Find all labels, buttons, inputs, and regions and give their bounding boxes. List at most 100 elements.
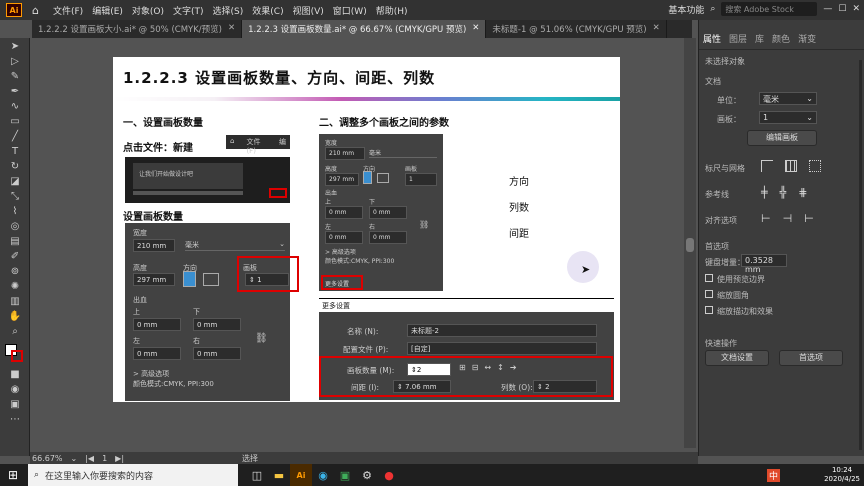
pen-tool-icon[interactable]: ✒ bbox=[7, 85, 23, 98]
more-tools-icon[interactable]: ⋯ bbox=[7, 413, 23, 426]
snap-to-glyph-icon[interactable]: ⊢ bbox=[804, 212, 814, 225]
clock[interactable]: 10:24 2020/4/25 bbox=[824, 466, 860, 484]
stepper-icon[interactable]: ⇕ bbox=[249, 276, 255, 284]
right-to-left-icon[interactable]: ➔ bbox=[510, 363, 517, 372]
artboard-count-input[interactable]: ⇕2 bbox=[407, 363, 451, 376]
scale-strokes-option[interactable]: 缩放描边和效果 bbox=[705, 306, 773, 317]
profile-select[interactable]: [自定] bbox=[407, 342, 597, 355]
stock-search-input[interactable]: 搜索 Adobe Stock bbox=[721, 2, 818, 16]
rectangle-tool-icon[interactable]: ▭ bbox=[7, 115, 23, 128]
zoom-level[interactable]: 66.67% bbox=[32, 454, 63, 463]
next-page-icon[interactable]: ▶| bbox=[115, 454, 124, 463]
preferences-button[interactable]: 首选项 bbox=[779, 350, 843, 366]
panel-scrollbar[interactable] bbox=[859, 60, 862, 450]
screen-mode-icon[interactable]: ▣ bbox=[7, 398, 23, 411]
graph-tool-icon[interactable]: ▥ bbox=[7, 295, 23, 308]
width-field-2[interactable]: 210 mm bbox=[325, 147, 365, 160]
height-field[interactable]: 297 mm bbox=[133, 273, 175, 286]
tab-properties[interactable]: 属性 bbox=[703, 32, 721, 45]
tab-layers[interactable]: 图层 bbox=[729, 32, 747, 45]
canvas-scrollbar-vertical[interactable] bbox=[684, 38, 696, 448]
maximize-icon[interactable]: ☐ bbox=[838, 4, 846, 14]
unit-select-2[interactable]: 毫米 bbox=[369, 148, 437, 158]
portrait-icon[interactable] bbox=[183, 271, 196, 287]
file-explorer-icon[interactable]: ▬ bbox=[268, 464, 290, 486]
width-tool-icon[interactable]: ⌇ bbox=[7, 205, 23, 218]
workspace-switcher[interactable]: 基本功能 bbox=[668, 3, 704, 16]
bleed-right-field[interactable]: 0 mm bbox=[193, 347, 241, 360]
link-icon[interactable]: ⛓ bbox=[419, 220, 429, 229]
snap-to-pixel-icon[interactable]: ⊣ bbox=[783, 212, 793, 225]
selection-tool-icon[interactable]: ➤ bbox=[7, 40, 23, 53]
menu-view[interactable]: 视图(V) bbox=[293, 4, 324, 17]
smart-guides-icon[interactable]: ⋕ bbox=[798, 186, 807, 199]
menu-effect[interactable]: 效果(C) bbox=[252, 4, 283, 17]
paintbrush-icon[interactable]: ╱ bbox=[7, 130, 23, 143]
browser-icon[interactable]: ◉ bbox=[312, 464, 334, 486]
ime-indicator[interactable]: 中 bbox=[766, 469, 780, 482]
bleed-top-field[interactable]: 0 mm bbox=[133, 318, 181, 331]
illustrator-icon[interactable]: Ai bbox=[290, 464, 312, 486]
transparency-grid-icon[interactable] bbox=[809, 160, 821, 172]
close-icon[interactable]: ✕ bbox=[472, 23, 479, 35]
home-icon[interactable]: ⌂ bbox=[32, 4, 39, 17]
menu-type[interactable]: 文字(T) bbox=[173, 4, 204, 17]
bleed-left-field-2[interactable]: 0 mm bbox=[325, 231, 363, 244]
type-tool-icon[interactable]: T bbox=[7, 145, 23, 158]
width-field[interactable]: 210 mm bbox=[133, 239, 175, 252]
task-view-icon[interactable]: ◫ bbox=[246, 464, 268, 486]
blend-tool-icon[interactable]: ⊚ bbox=[7, 265, 23, 278]
stroke-swatch[interactable] bbox=[11, 350, 23, 362]
menu-file[interactable]: 文件(F) bbox=[53, 4, 83, 17]
checkbox-icon[interactable] bbox=[705, 306, 713, 314]
arrange-row-icon[interactable]: ↔ bbox=[484, 363, 491, 372]
grid-by-column-icon[interactable]: ⊟ bbox=[472, 363, 479, 372]
tab-gradient[interactable]: 渐变 bbox=[798, 32, 816, 45]
rulers-icon[interactable] bbox=[761, 160, 773, 172]
record-icon[interactable]: ● bbox=[378, 464, 400, 486]
stepper-icon[interactable]: ⇕ bbox=[397, 383, 403, 391]
tab-doc-1[interactable]: 1.2.2.2 设置画板大小.ai* @ 50% (CMYK/预览) ✕ bbox=[32, 20, 243, 38]
link-icon[interactable]: ⛓ bbox=[255, 333, 268, 344]
artboard-nav[interactable]: 1 bbox=[102, 454, 107, 463]
columns-field[interactable]: ⇕ 2 bbox=[533, 380, 597, 393]
curvature-tool-icon[interactable]: ∿ bbox=[7, 100, 23, 113]
hand-tool-icon[interactable]: ✋ bbox=[7, 310, 23, 323]
checkbox-icon[interactable] bbox=[705, 290, 713, 298]
snap-to-point-icon[interactable]: ⊢ bbox=[761, 212, 771, 225]
fill-stroke-swatch[interactable] bbox=[0, 342, 30, 366]
unit-select[interactable]: 毫米 ⌄ bbox=[185, 240, 285, 251]
document-setup-button[interactable]: 文档设置 bbox=[705, 350, 769, 366]
bleed-right-field-2[interactable]: 0 mm bbox=[369, 231, 407, 244]
preview-bounds-option[interactable]: 使用预览边界 bbox=[705, 274, 765, 285]
grid-icon[interactable] bbox=[785, 160, 797, 172]
scale-tool-icon[interactable]: ⤡ bbox=[7, 190, 23, 203]
shape-builder-icon[interactable]: ◎ bbox=[7, 220, 23, 233]
close-icon[interactable]: ✕ bbox=[852, 4, 860, 14]
taskbar-search[interactable]: ⌕ 在这里输入你要搜索的内容 bbox=[28, 464, 238, 486]
eraser-icon[interactable]: ◪ bbox=[7, 175, 23, 188]
landscape-icon[interactable] bbox=[377, 173, 389, 183]
height-field-2[interactable]: 297 mm bbox=[325, 173, 359, 186]
arrange-column-icon[interactable]: ↕ bbox=[497, 363, 504, 372]
color-mode-icon[interactable]: ■ bbox=[7, 368, 23, 381]
portrait-icon[interactable] bbox=[363, 171, 372, 184]
chevron-down-icon[interactable]: ⌄ bbox=[71, 454, 78, 463]
direct-selection-tool-icon[interactable]: ▷ bbox=[7, 55, 23, 68]
minimize-icon[interactable]: — bbox=[823, 4, 832, 14]
landscape-icon[interactable] bbox=[203, 273, 219, 286]
spacing-field[interactable]: ⇕ 7.06 mm bbox=[393, 380, 451, 393]
grid-by-row-icon[interactable]: ⊞ bbox=[459, 363, 466, 372]
artboard-count-field[interactable]: ⇕ 1 bbox=[245, 273, 289, 286]
keyboard-increment-field[interactable]: 0.3528 mm bbox=[741, 254, 787, 274]
advanced-options-2[interactable]: > 高级选项 bbox=[325, 247, 356, 256]
magic-wand-icon[interactable]: ✎ bbox=[7, 70, 23, 83]
menu-window[interactable]: 窗口(W) bbox=[333, 4, 367, 17]
bleed-top-field-2[interactable]: 0 mm bbox=[325, 206, 363, 219]
bleed-bottom-field-2[interactable]: 0 mm bbox=[369, 206, 407, 219]
lock-guides-icon[interactable]: ╬ bbox=[780, 186, 787, 199]
bleed-bottom-field[interactable]: 0 mm bbox=[193, 318, 241, 331]
units-select[interactable]: 毫米 ⌄ bbox=[759, 92, 817, 105]
menu-help[interactable]: 帮助(H) bbox=[376, 4, 408, 17]
tab-color[interactable]: 颜色 bbox=[772, 32, 790, 45]
